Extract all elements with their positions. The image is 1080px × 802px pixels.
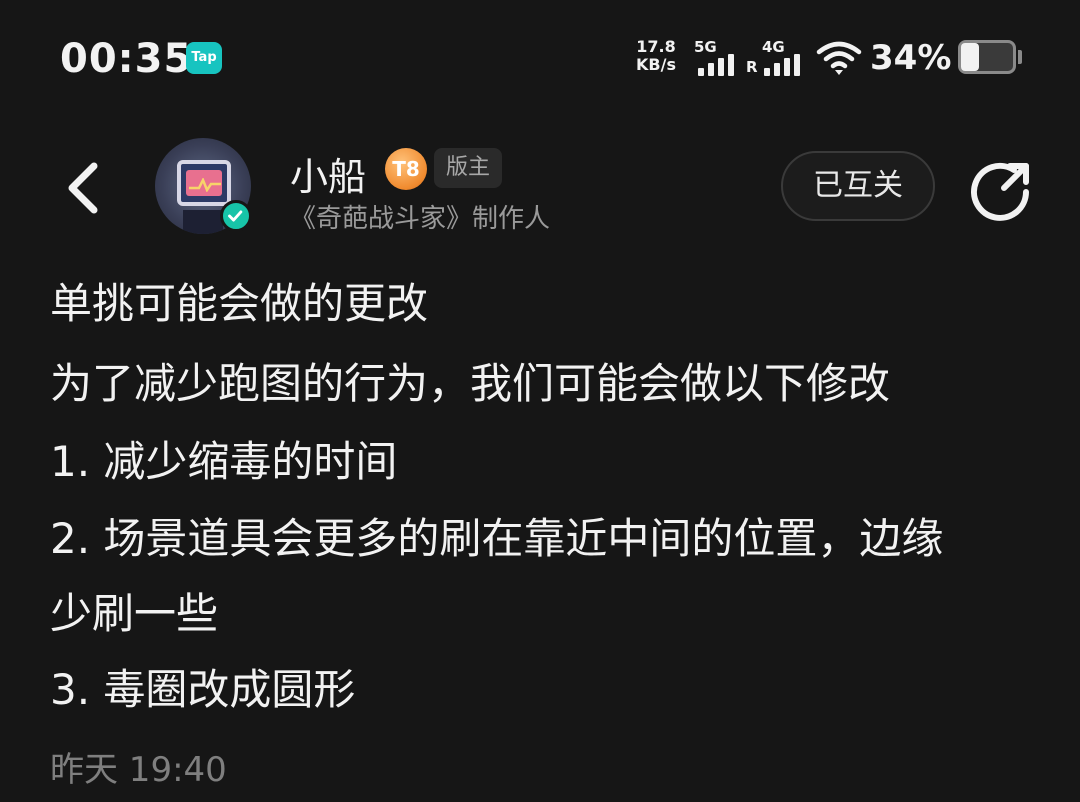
post-line: 2. 场景道具会更多的刷在靠近中间的位置，边缘 [50, 514, 944, 563]
post-line: 3. 毒圈改成圆形 [50, 665, 356, 714]
sim1-signal-icon: 5G [694, 38, 740, 78]
signal-bars [698, 54, 738, 76]
post-title: 单挑可能会做的更改 [50, 279, 429, 328]
battery-icon [958, 40, 1016, 74]
battery-cap [1018, 50, 1022, 64]
post-line: 为了减少跑图的行为，我们可能会做以下修改 [50, 359, 891, 408]
avatar-robot-screen [177, 160, 231, 206]
user-subtitle: 《奇葩战斗家》制作人 [290, 204, 551, 234]
taptap-app-icon: Tap [186, 42, 222, 74]
battery-level [961, 43, 979, 71]
network-speed-value: 17.8 [636, 37, 676, 56]
signal-bars [764, 54, 804, 76]
role-tag: 版主 [434, 148, 503, 188]
share-icon[interactable] [970, 158, 1034, 222]
verified-icon [220, 200, 252, 232]
network-speed: 17.8 KB/s [632, 38, 680, 74]
sim2-roaming: R [746, 58, 758, 76]
sim2-signal-icon: 4G R [746, 38, 806, 78]
post-line: 少刷一些 [50, 589, 219, 638]
wifi-icon [816, 41, 862, 75]
status-bar: 00:35 Tap 17.8 KB/s 5G 4G R 34% [0, 0, 1080, 116]
back-arrow-icon[interactable] [56, 156, 112, 220]
screen: 00:35 Tap 17.8 KB/s 5G 4G R 34% 小船 T8 版主… [0, 0, 1080, 802]
post-timestamp: 昨天 19:40 [50, 750, 227, 790]
network-speed-unit: KB/s [636, 55, 676, 74]
username[interactable]: 小船 [290, 146, 366, 201]
level-badge: T8 [385, 148, 427, 190]
status-time: 00:35 [60, 36, 193, 82]
battery-percent: 34% [870, 38, 952, 78]
follow-button[interactable]: 已互关 [781, 151, 935, 221]
post-line: 1. 减少缩毒的时间 [50, 437, 398, 486]
